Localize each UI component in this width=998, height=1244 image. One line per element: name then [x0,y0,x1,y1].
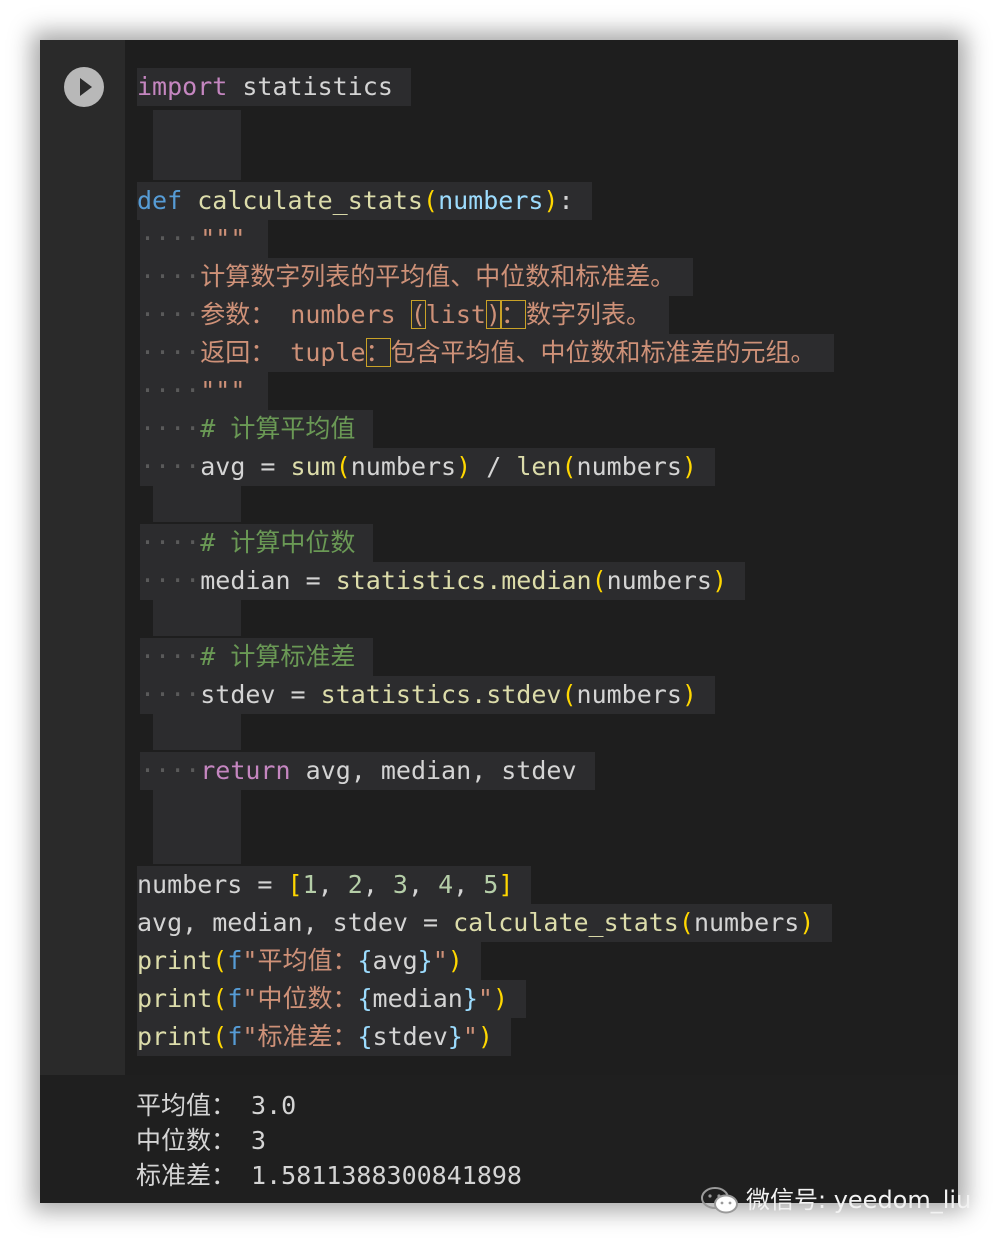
code-token: statistics.stdev [320,680,562,709]
bracket-match-highlight: ： [365,338,391,367]
code-line-19: print(f"标准差：{stdev}") [137,1018,511,1056]
code-token: avg [372,946,418,975]
code-line-8: ····# 计算平均值 [140,410,374,448]
code-token: median [372,984,463,1013]
blank-line [153,110,241,180]
run-cell-button[interactable] [64,67,104,107]
code-line-5: ····参数： numbers (list)：数字列表。 [140,296,670,334]
code-token: return [200,756,291,785]
code-string: "中位数： [242,984,358,1013]
code-token: calculate_stats [197,186,423,215]
code-token: import [137,72,228,101]
code-token: avg, median, stdev [137,908,408,937]
code-token: """ [200,224,246,253]
code-token: calculate_stats [453,908,679,937]
code-line-4: ····计算数字列表的平均值、中位数和标准差。 [140,258,694,296]
code-token: numbers [350,452,457,481]
bracket-match-highlight: ： [501,300,527,329]
code-token: stdev [372,1022,448,1051]
watermark-text: 微信号: yeedom_liu [746,1186,972,1214]
cell-output: 平均值： 3.0 中位数： 3 标准差： 1.5811388300841898 [136,1088,522,1193]
code-line-11: ····median = statistics.median(numbers) [140,562,746,600]
code-comment: # 计算中位数 [200,528,356,557]
code-number: 5 [483,870,499,899]
code-string: "平均值： [242,946,358,975]
bracket-match-highlight: ) [485,300,502,329]
code-line-13: ····stdev = statistics.stdev(numbers) [140,676,715,714]
code-line-1: import statistics [137,68,411,106]
code-line-2: def calculate_stats(numbers): [137,182,592,220]
code-comment: # 计算标准差 [200,642,356,671]
code-line-15: numbers = [1, 2, 3, 4, 5] [137,866,532,904]
code-line-17: print(f"平均值：{avg}") [137,942,481,980]
code-line-9: ····avg = sum(numbers) / len(numbers) [140,448,715,486]
watermark: 微信号: yeedom_liu [700,1180,971,1216]
code-string: "标准差： [242,1022,358,1051]
blank-line [153,790,241,864]
code-token: list [425,300,486,329]
code-token: len [516,452,562,481]
code-token: numbers [576,680,682,709]
output-line-3: 标准差： 1.5811388300841898 [136,1161,522,1190]
code-token: avg [200,452,246,481]
code-token: avg, median, stdev [305,756,577,785]
code-token: statistics.median [335,566,592,595]
code-token: numbers [693,908,800,937]
code-token: numbers [137,870,243,899]
code-token: statistics [242,72,393,101]
code-token: numbers [576,452,682,481]
code-number: 1 [302,870,318,899]
code-token: 返回： tuple [200,338,366,367]
code-token: print [137,1022,213,1051]
wechat-icon [701,1187,738,1214]
blank-line [153,714,241,750]
code-token: 参数： numbers [200,300,411,329]
code-line-3: ····""" [140,220,268,258]
code-token: stdev [200,680,276,709]
code-token: f [227,984,243,1013]
code-line-7: ····""" [140,372,268,410]
code-token: numbers [606,566,712,595]
code-token: 包含平均值、中位数和标准差的元组。 [390,338,816,367]
code-token: f [227,946,243,975]
code-number: 2 [347,870,363,899]
code-comment: # 计算平均值 [200,414,356,443]
notebook-code-cell[interactable]: import statistics def calculate_stats(nu… [40,40,958,1203]
code-token: sum [290,452,336,481]
output-line-1: 平均值： 3.0 [136,1091,297,1120]
code-token: median [200,566,291,595]
code-line-12: ····# 计算标准差 [140,638,374,676]
code-line-6: ····返回： tuple：包含平均值、中位数和标准差的元组。 [140,334,834,372]
code-line-10: ····# 计算中位数 [140,524,374,562]
blank-line [153,486,241,522]
code-token: f [227,1022,243,1051]
code-number: 4 [438,870,454,899]
code-token: print [137,984,213,1013]
bracket-match-highlight: ( [410,300,426,329]
blank-line [153,600,241,636]
code-line-16: avg, median, stdev = calculate_stats(num… [137,904,833,942]
output-line-2: 中位数： 3 [136,1126,267,1155]
code-line-14: ····return avg, median, stdev [140,752,595,790]
code-token: print [137,946,213,975]
code-token: def [137,186,183,215]
code-token: """ [200,376,246,405]
code-number: 3 [392,870,408,899]
code-token: 计算数字列表的平均值、中位数和标准差。 [200,262,676,291]
cell-gutter [40,40,125,1075]
code-line-18: print(f"中位数：{median}") [137,980,527,1018]
code-token: numbers [438,186,544,215]
code-token: 数字列表。 [526,300,652,329]
